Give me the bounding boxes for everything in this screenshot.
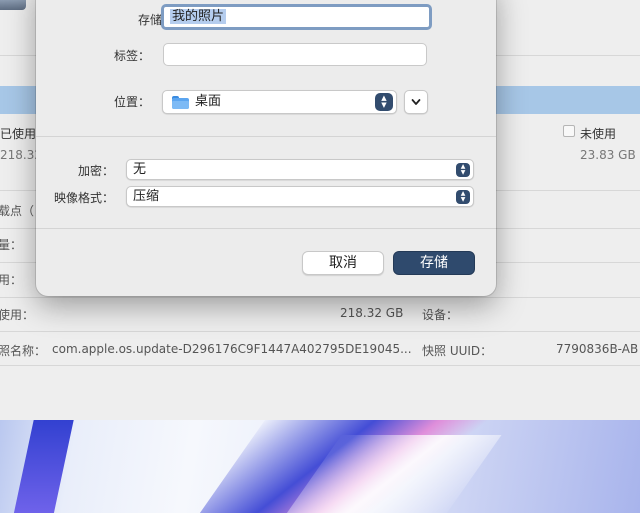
used-value: 218.32 GB (340, 306, 404, 320)
snapshot-uuid-label: 快照 UUID： (422, 344, 493, 358)
divider (0, 297, 640, 298)
dialog-divider (36, 136, 496, 137)
snapshot-uuid-value: 7790836B-AB (556, 342, 639, 356)
location-label: 位置： (113, 95, 150, 109)
image-format-label: 映像格式： (53, 191, 114, 205)
snapshot-name-value: com.apple.os.update-D296176C9F1447A40279… (52, 342, 412, 356)
unused-column-value: 23.83 GB (580, 148, 636, 162)
encryption-label: 加密： (77, 164, 114, 178)
unused-column-header: 未使用 (580, 127, 617, 141)
location-value: 桌面 (195, 94, 222, 109)
image-format-popup[interactable]: 压缩 ▲ ▼ (126, 186, 474, 207)
used-label: 使用： (0, 308, 35, 322)
save-button[interactable]: 存储 (393, 251, 475, 275)
image-format-value: 压缩 (133, 189, 160, 204)
folder-icon (172, 96, 189, 109)
save-as-value: 我的照片 (170, 9, 227, 24)
device-label: 设备： (422, 308, 459, 322)
snapshot-name-label: 照名称： (0, 344, 47, 358)
usage-label: 用： (0, 273, 23, 287)
unused-checkbox (563, 125, 575, 137)
chevron-down-icon (411, 99, 421, 105)
dialog-divider (36, 228, 496, 229)
divider (0, 331, 640, 332)
save-dialog: 存储为： 我的照片 标签： 位置： 桌面 ▲▼ 加密： 无 ▲▼ 映像格式： 压… (36, 0, 496, 296)
location-popup[interactable]: 桌面 ▲ ▼ (162, 90, 397, 114)
tags-field[interactable] (163, 43, 427, 66)
popup-stepper-icon: ▲ ▼ (456, 162, 470, 177)
popup-stepper-icon: ▲ ▼ (375, 93, 393, 111)
capacity-label: 量： (0, 238, 23, 252)
desktop-wallpaper (0, 415, 640, 513)
save-as-field[interactable]: 我的照片 (161, 4, 432, 30)
popup-stepper-icon: ▲ ▼ (456, 189, 470, 204)
disk-icon (0, 0, 26, 10)
expand-button[interactable] (404, 90, 428, 114)
tags-label: 标签： (113, 49, 150, 63)
encryption-value: 无 (133, 162, 147, 177)
mount-point-label: 载点（ (0, 204, 35, 218)
cancel-button[interactable]: 取消 (302, 251, 384, 275)
encryption-popup[interactable]: 无 ▲ ▼ (126, 159, 474, 180)
divider (0, 365, 640, 366)
used-column-header: 已使用 (0, 127, 37, 141)
